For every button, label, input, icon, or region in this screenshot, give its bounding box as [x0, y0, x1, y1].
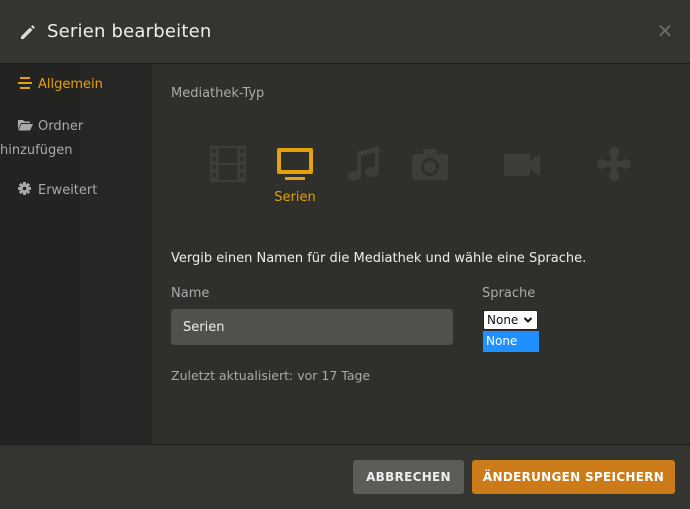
- main-content: Mediathek-Typ Serien Vergib einen Namen …: [152, 64, 690, 444]
- dialog-header: Serien bearbeiten ×: [0, 0, 690, 64]
- sidebar-item-label: Allgemein: [38, 77, 103, 92]
- close-icon[interactable]: ×: [656, 20, 674, 40]
- type-label: Serien: [274, 190, 316, 205]
- music-icon: [333, 144, 393, 184]
- language-option-none[interactable]: None: [483, 331, 539, 352]
- library-name-input[interactable]: [171, 309, 453, 345]
- sidebar-item-general[interactable]: Allgemein: [18, 73, 103, 97]
- type-other-videos[interactable]: [492, 144, 552, 210]
- type-tv-shows[interactable]: Serien: [265, 144, 325, 210]
- language-selected-value: None: [487, 313, 519, 327]
- edit-library-dialog: Serien bearbeiten × Allgemein Ordner hin…: [0, 0, 690, 509]
- sidebar: Allgemein Ordner hinzufügen Erweitert: [0, 64, 152, 444]
- type-games[interactable]: [584, 144, 644, 210]
- library-type-label: Mediathek-Typ: [171, 86, 265, 101]
- sidebar-item-label: Ordner: [38, 119, 84, 134]
- sidebar-stripe: [80, 64, 152, 444]
- cancel-button[interactable]: ABBRECHEN: [353, 460, 464, 494]
- folder-open-icon: [18, 116, 33, 139]
- language-select[interactable]: None: [483, 310, 538, 330]
- type-movies[interactable]: [198, 144, 258, 210]
- film-icon: [198, 144, 258, 184]
- gear-icon: [18, 180, 32, 203]
- save-changes-button[interactable]: ÄNDERUNGEN SPEICHERN: [472, 460, 675, 494]
- last-updated-text: Zuletzt aktualisiert: vor 17 Tage: [171, 368, 371, 383]
- pencil-icon: [18, 22, 38, 42]
- tv-icon: [265, 144, 325, 184]
- sidebar-item-add-folder[interactable]: Ordner hinzufügen: [0, 115, 84, 162]
- chevron-down-icon: [523, 314, 533, 329]
- library-type-selector: Serien: [152, 144, 690, 214]
- sidebar-item-label: Erweitert: [38, 183, 98, 198]
- name-language-prompt: Vergib einen Namen für die Mediathek und…: [171, 251, 587, 266]
- camera-icon: [400, 144, 460, 184]
- list-icon: [18, 74, 32, 97]
- language-field-label: Sprache: [482, 286, 536, 301]
- video-camera-icon: [492, 144, 552, 184]
- dialog-footer: ABBRECHEN ÄNDERUNGEN SPEICHERN: [0, 444, 690, 509]
- gamepad-icon: [584, 144, 644, 184]
- sidebar-item-label-line2: hinzufügen: [0, 143, 73, 158]
- type-photos[interactable]: [400, 144, 460, 210]
- type-music[interactable]: [333, 144, 393, 210]
- name-field-label: Name: [171, 286, 210, 301]
- dialog-title: Serien bearbeiten: [47, 21, 212, 42]
- sidebar-item-advanced[interactable]: Erweitert: [18, 179, 97, 203]
